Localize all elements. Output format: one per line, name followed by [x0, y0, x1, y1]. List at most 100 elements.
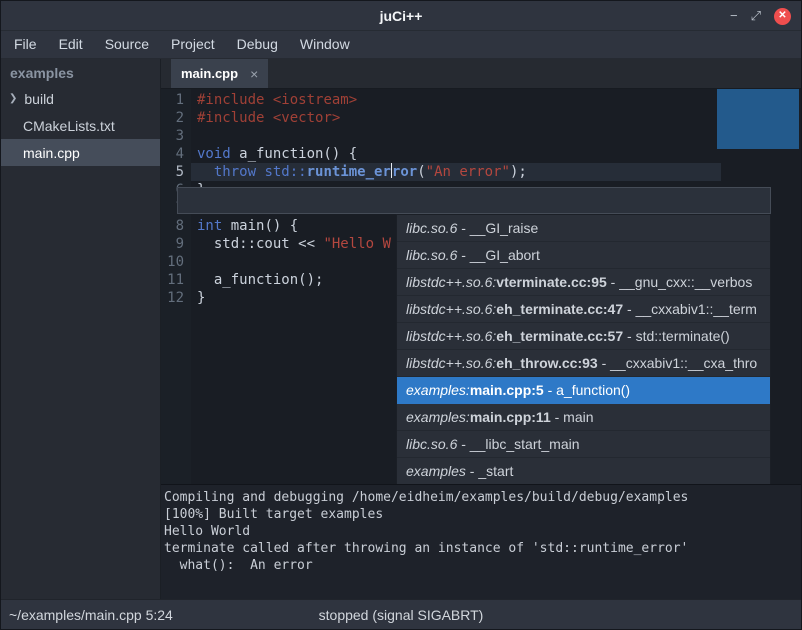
- backtrace-row-segment: libstdc++.so.6:: [406, 274, 496, 290]
- backtrace-row-segment: libc.so.6: [406, 436, 457, 452]
- code-line-5[interactable]: throw std::runtime_error("An error");: [191, 163, 721, 181]
- editor-pane: main.cpp × 123456789101112 #include <ios…: [161, 59, 801, 599]
- backtrace-row-segment: - __cxxabiv1::__cxa_thro: [598, 355, 758, 371]
- line-number: 5: [161, 163, 191, 181]
- line-number: 4: [161, 145, 191, 163]
- backtrace-row-segment: libc.so.6: [406, 220, 457, 236]
- line-number: 10: [161, 253, 191, 271]
- backtrace-row[interactable]: libstdc++.so.6:eh_throw.cc:93 - __cxxabi…: [397, 350, 770, 377]
- window-title: juCi++: [1, 8, 801, 24]
- line-number: 2: [161, 109, 191, 127]
- backtrace-row[interactable]: examples:main.cpp:11 - main: [397, 404, 770, 431]
- menu-item-window[interactable]: Window: [289, 31, 361, 58]
- tabbar: main.cpp ×: [161, 59, 801, 89]
- backtrace-row[interactable]: libc.so.6 - __libc_start_main: [397, 431, 770, 458]
- code-token: main() {: [222, 218, 298, 234]
- tab-close-icon[interactable]: ×: [250, 66, 258, 82]
- code-line-1[interactable]: #include <iostream>: [191, 91, 721, 109]
- code-token: <vector>: [273, 110, 340, 126]
- backtrace-row-segment: main.cpp:11: [470, 409, 551, 425]
- line-number-gutter: 123456789101112: [161, 89, 191, 484]
- code-token: ror: [392, 164, 417, 180]
- statusbar: ~/examples/main.cpp 5:24 stopped (signal…: [1, 599, 801, 629]
- backtrace-popup: libc.so.6 - __GI_raiselibc.so.6 - __GI_a…: [396, 214, 771, 484]
- sidebar-item-label: main.cpp: [23, 145, 80, 161]
- tab-label: main.cpp: [181, 66, 238, 81]
- code-token: throw: [214, 164, 256, 180]
- backtrace-row-segment: eh_terminate.cc:47: [496, 301, 623, 317]
- restore-button[interactable]: ⤢: [751, 8, 761, 24]
- main-content: examples ❯buildCMakeLists.txt main.cpp ma…: [1, 59, 801, 599]
- file-tree: ❯buildCMakeLists.txt main.cpp: [1, 85, 160, 166]
- backtrace-search-input[interactable]: [177, 187, 771, 214]
- line-number: 1: [161, 91, 191, 109]
- sidebar-item-build[interactable]: ❯build: [1, 85, 160, 112]
- backtrace-row-segment: - __GI_abort: [457, 247, 540, 263]
- code-token: "An error": [426, 164, 510, 180]
- terminal-line: Hello World: [164, 523, 797, 540]
- code-token: }: [197, 290, 205, 306]
- line-number: 9: [161, 235, 191, 253]
- backtrace-row-segment: libstdc++.so.6:: [406, 355, 496, 371]
- code-token: int: [197, 218, 222, 234]
- backtrace-row-segment: examples: [406, 463, 466, 479]
- menu-item-project[interactable]: Project: [160, 31, 226, 58]
- menu-item-debug[interactable]: Debug: [226, 31, 289, 58]
- sidebar: examples ❯buildCMakeLists.txt main.cpp: [1, 59, 161, 599]
- code-token: a_function() {: [231, 146, 357, 162]
- line-number: 11: [161, 271, 191, 289]
- backtrace-row[interactable]: examples - _start: [397, 458, 770, 484]
- titlebar: juCi++ − ⤢ ✕: [1, 1, 801, 31]
- code-token: std::: [264, 164, 306, 180]
- sidebar-item-cmakelists-txt[interactable]: CMakeLists.txt: [1, 112, 160, 139]
- window-controls: − ⤢ ✕: [730, 1, 791, 31]
- sidebar-item-main-cpp[interactable]: main.cpp: [1, 139, 160, 166]
- code-token: "Hello W: [323, 236, 390, 252]
- code-token: [264, 110, 272, 126]
- backtrace-row-segment: libstdc++.so.6:: [406, 301, 496, 317]
- terminal-line: Compiling and debugging /home/eidheim/ex…: [164, 489, 797, 506]
- code-token: std::cout <<: [197, 236, 323, 252]
- backtrace-row[interactable]: libstdc++.so.6:vterminate.cc:95 - __gnu_…: [397, 269, 770, 296]
- code-token: <iostream>: [273, 92, 357, 108]
- code-token: #include: [197, 92, 264, 108]
- backtrace-row-segment: main.cpp:5: [470, 382, 544, 398]
- backtrace-row-segment: eh_terminate.cc:57: [496, 328, 623, 344]
- line-number: 12: [161, 289, 191, 307]
- code-token: [197, 164, 214, 180]
- backtrace-row-segment: - a_function(): [544, 382, 630, 398]
- backtrace-row[interactable]: libc.so.6 - __GI_abort: [397, 242, 770, 269]
- backtrace-row-segment: - std::terminate(): [623, 328, 730, 344]
- app-window: juCi++ − ⤢ ✕ FileEditSourceProjectDebugW…: [0, 0, 802, 630]
- menu-item-edit[interactable]: Edit: [48, 31, 94, 58]
- backtrace-row-segment: eh_throw.cc:93: [496, 355, 597, 371]
- code-token: (: [417, 164, 425, 180]
- tab-main-cpp[interactable]: main.cpp ×: [171, 59, 268, 88]
- minimize-button[interactable]: −: [730, 8, 738, 24]
- terminal-line: terminate called after throwing an insta…: [164, 540, 797, 557]
- project-header: examples: [1, 59, 160, 85]
- code-line-3[interactable]: [191, 127, 721, 145]
- backtrace-row-segment: vterminate.cc:95: [496, 274, 607, 290]
- code-token: a_function();: [197, 272, 323, 288]
- backtrace-row[interactable]: libstdc++.so.6:eh_terminate.cc:57 - std:…: [397, 323, 770, 350]
- code-line-4[interactable]: void a_function() {: [191, 145, 721, 163]
- backtrace-row-segment: - __cxxabiv1::__term: [623, 301, 757, 317]
- line-number: 8: [161, 217, 191, 235]
- backtrace-row-segment: - _start: [466, 463, 513, 479]
- backtrace-row-segment: examples:: [406, 382, 470, 398]
- terminal-line: what(): An error: [164, 557, 797, 574]
- backtrace-row[interactable]: examples:main.cpp:5 - a_function(): [397, 377, 770, 404]
- code-token: runtime_er: [307, 164, 391, 180]
- menu-item-file[interactable]: File: [3, 31, 48, 58]
- backtrace-row-segment: - __GI_raise: [457, 220, 538, 236]
- code-line-2[interactable]: #include <vector>: [191, 109, 721, 127]
- backtrace-row[interactable]: libc.so.6 - __GI_raise: [397, 215, 770, 242]
- backtrace-row[interactable]: libstdc++.so.6:eh_terminate.cc:47 - __cx…: [397, 296, 770, 323]
- code-token: #include: [197, 110, 264, 126]
- close-button[interactable]: ✕: [774, 8, 791, 25]
- terminal-line: [100%] Built target examples: [164, 506, 797, 523]
- code-editor[interactable]: 123456789101112 #include <iostream>#incl…: [161, 89, 801, 484]
- sidebar-item-label: build: [24, 91, 54, 107]
- menu-item-source[interactable]: Source: [94, 31, 160, 58]
